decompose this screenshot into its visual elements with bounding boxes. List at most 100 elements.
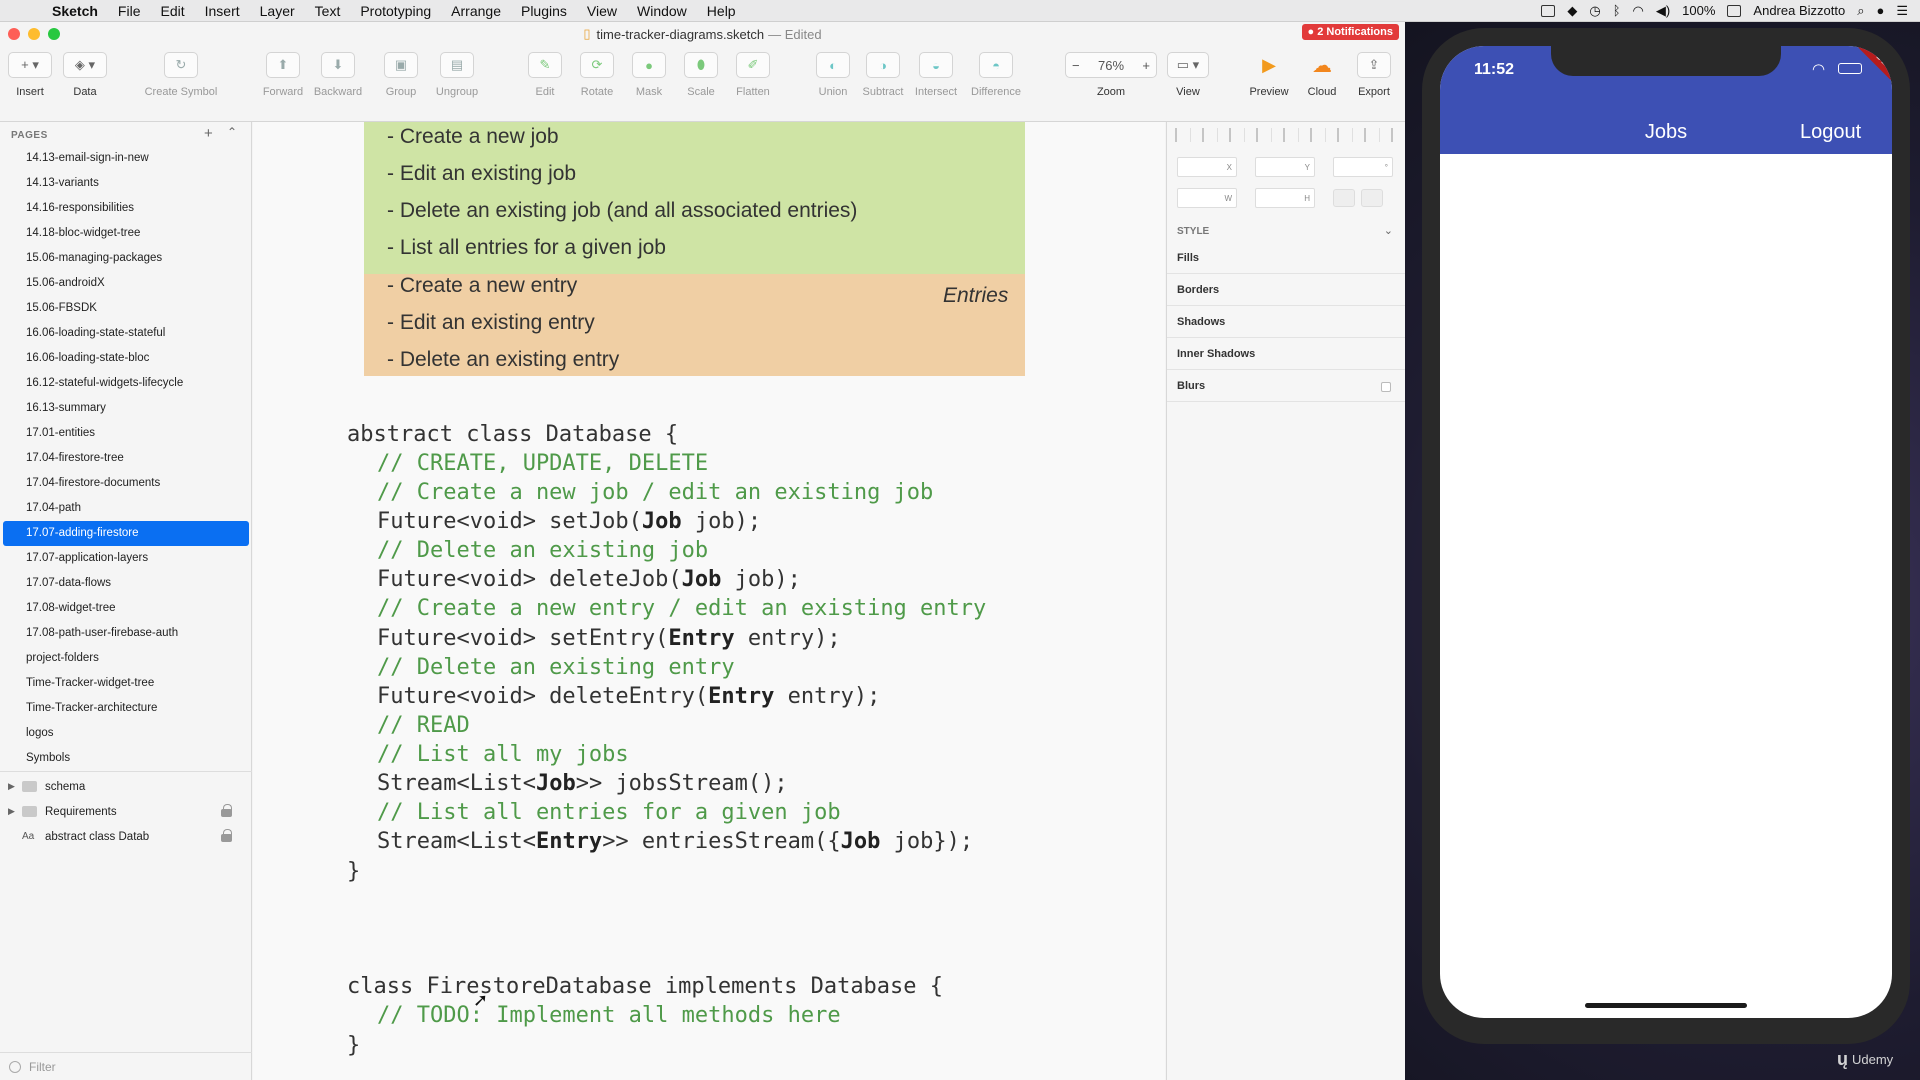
page-item[interactable]: 16.06-loading-state-bloc [3,346,249,371]
layer-group-requirements[interactable]: ▶ Requirements [0,799,252,824]
wifi-icon[interactable]: ◠ [1633,3,1644,19]
page-item[interactable]: logos [3,721,249,746]
flip-horizontal-button[interactable] [1333,189,1355,207]
page-item[interactable]: 14.18-bloc-widget-tree [3,221,249,246]
add-page-button[interactable]: + [204,125,213,142]
dropbox-icon[interactable]: ◆ [1567,3,1577,19]
menu-file[interactable]: File [108,3,151,19]
menu-arrange[interactable]: Arrange [441,3,511,19]
blurs-checkbox[interactable] [1381,382,1391,392]
flip-vertical-button[interactable] [1361,189,1383,207]
align-left-icon[interactable] [1175,128,1191,142]
width-field[interactable]: W [1177,188,1237,208]
create-symbol-button[interactable]: ↻ Create Symbol [140,52,222,98]
view-button[interactable]: ▭ ▾ View [1155,52,1221,98]
page-item[interactable]: 15.06-managing-packages [3,246,249,271]
disclosure-arrow-icon[interactable]: ▶ [8,781,22,792]
x-field[interactable]: X [1177,157,1237,177]
page-item[interactable]: 14.16-responsibilities [3,196,249,221]
page-item[interactable]: 15.06-androidX [3,271,249,296]
menu-text[interactable]: Text [305,3,351,19]
filter-field[interactable]: Filter [0,1052,252,1080]
export-button[interactable]: ⇪ Export [1341,52,1407,98]
page-item[interactable]: 17.07-adding-firestore [3,521,249,546]
distribute-vertical-icon[interactable] [1364,128,1380,142]
blurs-section[interactable]: Blurs [1167,370,1406,402]
page-item[interactable]: 17.04-path [3,496,249,521]
page-item[interactable]: Symbols [3,746,249,771]
page-item[interactable]: 16.13-summary [3,396,249,421]
shadows-section[interactable]: Shadows [1167,306,1406,338]
menu-help[interactable]: Help [697,3,746,19]
minimize-button[interactable] [28,28,40,40]
disclosure-arrow-icon[interactable]: ▶ [8,806,22,817]
page-item[interactable]: 17.08-path-user-firebase-auth [3,621,249,646]
page-item[interactable]: project-folders [3,646,249,671]
menu-window[interactable]: Window [627,3,697,19]
page-item[interactable]: 17.07-data-flows [3,571,249,596]
collapse-pages-button[interactable]: ⌃ [227,125,237,139]
menu-prototyping[interactable]: Prototyping [350,3,441,19]
menu-edit[interactable]: Edit [150,3,194,19]
notification-center-icon[interactable]: ☰ [1896,3,1908,19]
flatten-button[interactable]: ✐ Flatten [720,52,786,98]
menu-layer[interactable]: Layer [250,3,305,19]
height-field[interactable]: H [1255,188,1315,208]
screen-record-icon[interactable] [1541,4,1556,17]
inner-shadows-section[interactable]: Inner Shadows [1167,338,1406,370]
zoom-button[interactable] [48,28,60,40]
page-item[interactable]: 15.06-FBSDK [3,296,249,321]
menu-view[interactable]: View [577,3,627,19]
chevron-down-icon[interactable]: ⌄ [1384,224,1393,237]
jobs-requirements-box[interactable]: - Create a new job - Edit an existing jo… [364,122,1025,274]
battery-text[interactable]: 100% [1682,3,1715,18]
page-item[interactable]: Time-Tracker-architecture [3,696,249,721]
bluetooth-icon[interactable]: ᛒ [1613,3,1621,18]
layer-text[interactable]: Aa abstract class Datab [0,824,252,849]
user-name[interactable]: Andrea Bizzotto [1753,3,1845,18]
phone-screen[interactable]: 11:52 ◠ DEBUG Jobs Logout [1440,46,1892,1018]
borders-section[interactable]: Borders [1167,274,1406,306]
backward-button[interactable]: ⬇ Backward [305,52,371,98]
intersect-button[interactable]: ◒ Intersect [903,52,969,98]
fills-section[interactable]: Fills [1167,242,1406,274]
menu-app-name[interactable]: Sketch [42,3,108,19]
page-item[interactable]: 14.13-email-sign-in-new [3,146,249,171]
menu-insert[interactable]: Insert [195,3,250,19]
align-top-icon[interactable] [1283,128,1299,142]
entries-requirements-box[interactable]: - Create a new entry - Edit an existing … [364,274,1025,376]
ungroup-button[interactable]: ▤ Ungroup [424,52,490,98]
lock-icon[interactable] [221,804,232,817]
battery-icon[interactable] [1727,4,1742,17]
page-item[interactable]: 16.12-stateful-widgets-lifecycle [3,371,249,396]
distribute-icon[interactable] [1229,128,1245,142]
time-machine-icon[interactable]: ◷ [1589,3,1600,19]
logout-button[interactable]: Logout [1800,121,1861,144]
page-item[interactable]: 17.04-firestore-documents [3,471,249,496]
zoom-out-button[interactable]: − [1072,58,1080,73]
align-bottom-icon[interactable] [1337,128,1353,142]
menu-plugins[interactable]: Plugins [511,3,577,19]
page-item[interactable]: 14.13-variants [3,171,249,196]
page-item[interactable]: 16.06-loading-state-stateful [3,321,249,346]
page-item[interactable]: 17.04-firestore-tree [3,446,249,471]
y-field[interactable]: Y [1255,157,1315,177]
layer-group-schema[interactable]: ▶ schema [0,774,252,799]
rotation-field[interactable]: ° [1333,157,1393,177]
volume-icon[interactable]: ◀) [1656,3,1670,19]
align-middle-icon[interactable] [1310,128,1326,142]
align-center-icon[interactable] [1202,128,1218,142]
difference-button[interactable]: ◓ Difference [963,52,1029,98]
page-item[interactable]: 17.01-entities [3,421,249,446]
home-indicator[interactable] [1585,1003,1747,1008]
zoom-in-button[interactable]: + [1142,58,1150,73]
close-button[interactable] [8,28,20,40]
lock-icon[interactable] [221,829,232,842]
data-button[interactable]: ◈ ▾ Data [52,52,118,98]
align-right-icon[interactable] [1256,128,1272,142]
page-item[interactable]: 17.08-widget-tree [3,596,249,621]
canvas[interactable]: - Create a new job - Edit an existing jo… [253,122,1165,1080]
page-item[interactable]: 17.07-application-layers [3,546,249,571]
siri-icon[interactable]: ● [1876,3,1884,18]
notifications-badge[interactable]: ● 2 Notifications [1301,24,1399,40]
